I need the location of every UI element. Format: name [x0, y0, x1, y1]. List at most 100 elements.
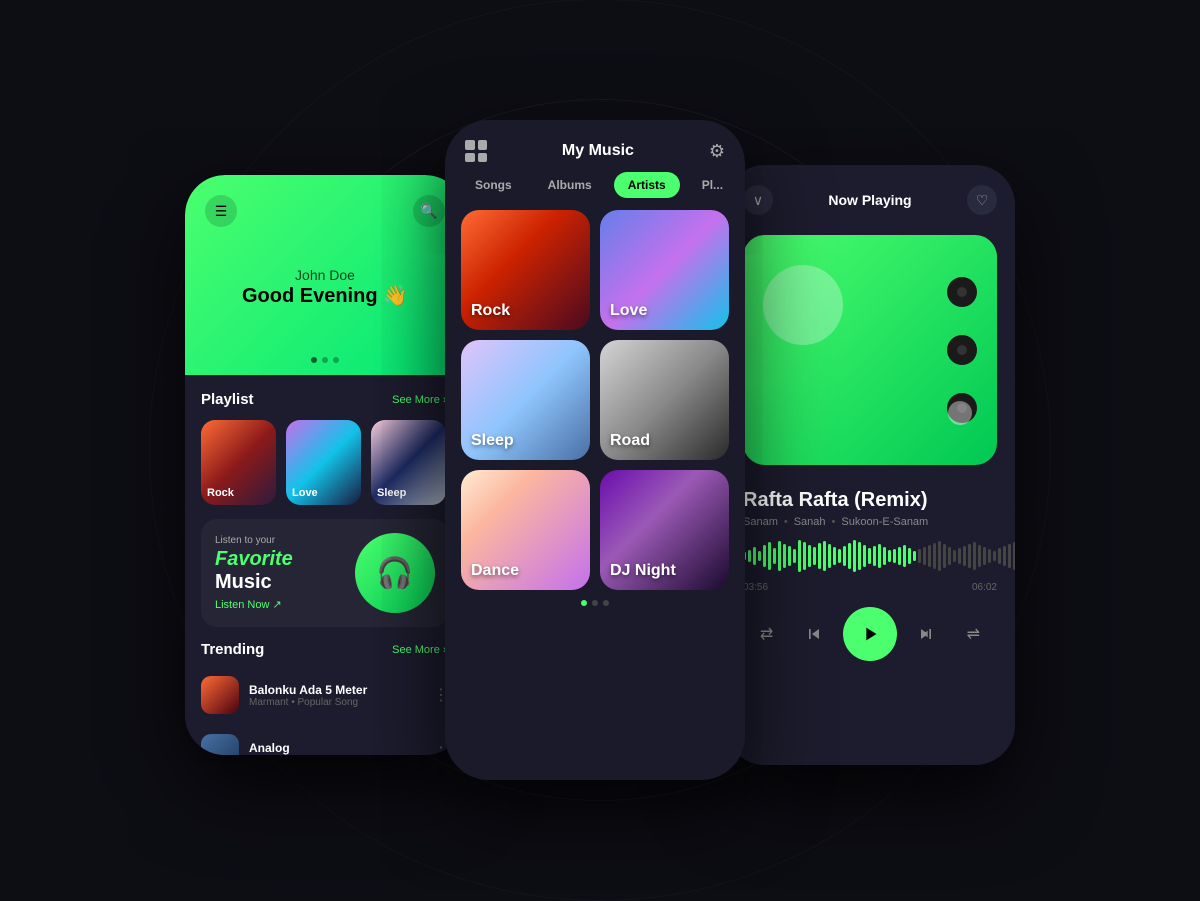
wave-bar: [948, 547, 951, 565]
wave-bar: [953, 550, 956, 562]
wave-bar: [848, 543, 851, 569]
tab-albums[interactable]: Albums: [534, 172, 606, 198]
page-dots: [445, 590, 745, 616]
wave-bar: [808, 545, 811, 567]
wave-bar: [758, 551, 761, 561]
wave-bar: [938, 541, 941, 571]
music-label: Music: [215, 571, 293, 594]
page-dot-1: [581, 600, 587, 606]
wave-bar: [798, 540, 801, 572]
dj-avatar: 🎧: [355, 533, 435, 613]
playlist-section-header: Playlist See More »: [201, 391, 449, 408]
track-name: Rafta Rafta (Remix): [743, 489, 997, 512]
page-dot-2: [592, 600, 598, 606]
now-playing-title: Now Playing: [828, 192, 911, 208]
controls-row: ⇄ ⇌: [725, 607, 1015, 661]
next-icon: [916, 624, 936, 644]
wave-bar: [853, 540, 856, 572]
trending-thumb-1: [201, 676, 239, 714]
album-decoration-small: [948, 401, 972, 425]
artist-2: Sanah: [794, 516, 826, 528]
trending-sub-2: Ditangkis • Popular Song: [249, 755, 423, 756]
track-info: Rafta Rafta (Remix) Sanam • Sanah • Suko…: [725, 475, 1015, 536]
settings-icon[interactable]: ⚙: [709, 141, 725, 162]
wave-bar: [963, 546, 966, 566]
genre-card-sleep[interactable]: Sleep: [461, 340, 590, 460]
wave-bar: [908, 548, 911, 564]
wave-bar: [898, 547, 901, 565]
track-artists: Sanam • Sanah • Sukoon-E-Sanam: [743, 516, 997, 528]
genre-card-rock[interactable]: Rock: [461, 210, 590, 330]
wave-bar: [813, 547, 816, 565]
trending-section-header: Trending See More »: [201, 641, 449, 658]
tab-songs[interactable]: Songs: [461, 172, 526, 198]
search-button[interactable]: 🔍: [413, 195, 445, 227]
trending-item-2[interactable]: Analog Ditangkis • Popular Song ⋮: [201, 728, 449, 755]
now-playing-header: ∨ Now Playing ♡: [725, 165, 1015, 225]
wave-bar: [828, 544, 831, 568]
wave-bar: [973, 542, 976, 570]
next-button[interactable]: [908, 616, 944, 652]
chevron-down-button[interactable]: ∨: [743, 185, 773, 215]
genre-label-sleep: Sleep: [471, 432, 514, 450]
wave-bar: [753, 547, 756, 565]
playlist-sleep-label: Sleep: [377, 487, 406, 499]
wave-bar: [988, 549, 991, 563]
playlist-see-more[interactable]: See More »: [392, 394, 449, 406]
menu-button[interactable]: ☰: [205, 195, 237, 227]
genre-card-dance[interactable]: Dance: [461, 470, 590, 590]
genre-card-love[interactable]: Love: [600, 210, 729, 330]
wave-bar: [998, 548, 1001, 564]
wave-bar: [1013, 542, 1015, 570]
heart-icon: ♡: [976, 192, 989, 209]
trending-item-1[interactable]: Balonku Ada 5 Meter Marmant • Popular So…: [201, 670, 449, 720]
artist-dot-2: •: [832, 516, 836, 528]
wave-bar: [993, 551, 996, 561]
genre-label-road: Road: [610, 432, 650, 450]
time-total: 06:02: [972, 582, 997, 593]
wave-bar: [818, 543, 821, 569]
trending-see-more[interactable]: See More »: [392, 644, 449, 656]
playlist-card-love[interactable]: Love: [286, 420, 361, 505]
wave-bar: [968, 544, 971, 568]
genre-card-road[interactable]: Road: [600, 340, 729, 460]
speaker-dot-2: [947, 335, 977, 365]
prev-icon: [804, 624, 824, 644]
prev-button[interactable]: [796, 616, 832, 652]
artist-3: Sukoon-E-Sanam: [841, 516, 928, 528]
wave-bar: [803, 542, 806, 570]
grid-dot-2: [478, 140, 488, 150]
trending-info-1: Balonku Ada 5 Meter Marmant • Popular So…: [249, 683, 423, 708]
repeat-button[interactable]: ⇄: [749, 616, 785, 652]
wave-bar: [983, 547, 986, 565]
grid-icon[interactable]: [465, 140, 487, 162]
listen-now-cta[interactable]: Listen Now ↗: [215, 598, 293, 611]
wave-bar: [748, 550, 751, 562]
speaker-dot-1: [947, 277, 977, 307]
carousel-dots: [311, 357, 339, 363]
dot-3: [333, 357, 339, 363]
wave-bar: [763, 545, 766, 567]
home-body: Playlist See More » Rock Love Sleep: [185, 375, 465, 755]
grid-dot-4: [478, 153, 488, 163]
trending-title-2: Analog: [249, 741, 423, 755]
favorite-banner[interactable]: Listen to your Favorite Music Listen Now…: [201, 519, 449, 627]
waveform-container[interactable]: [725, 536, 1015, 576]
page-dot-3: [603, 600, 609, 606]
shuffle-button[interactable]: ⇌: [955, 616, 991, 652]
playlist-card-sleep[interactable]: Sleep: [371, 420, 446, 505]
playlist-card-rock[interactable]: Rock: [201, 420, 276, 505]
wave-bar: [843, 546, 846, 566]
play-button[interactable]: [843, 607, 897, 661]
heart-button[interactable]: ♡: [967, 185, 997, 215]
tab-artists[interactable]: Artists: [614, 172, 680, 198]
album-art: [743, 235, 997, 465]
wave-bar: [823, 541, 826, 571]
mymusic-title: My Music: [562, 142, 634, 160]
wave-bar: [903, 545, 906, 567]
genre-card-djnight[interactable]: DJ Night: [600, 470, 729, 590]
trending-info-2: Analog Ditangkis • Popular Song: [249, 741, 423, 756]
tab-playlists[interactable]: Pl...: [688, 172, 737, 198]
wave-bar: [958, 548, 961, 564]
wave-bar: [978, 545, 981, 567]
